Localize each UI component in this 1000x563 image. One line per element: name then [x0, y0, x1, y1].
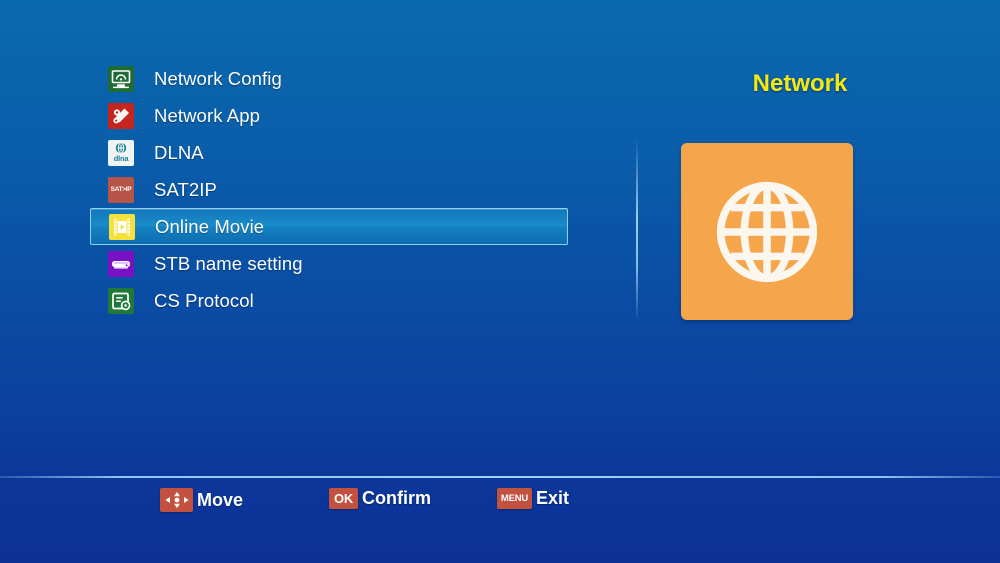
online-movie-icon	[109, 213, 135, 240]
hint-exit: MENU Exit	[497, 488, 569, 509]
menu-item-stb-name-setting[interactable]: STB name setting	[90, 245, 570, 282]
stb-name-icon	[108, 250, 134, 277]
page-title: Network	[752, 70, 848, 97]
menu-key-badge: MENU	[497, 488, 532, 509]
stb-network-menu-screen: Network Config Network App dlna DLNA SAT…	[0, 0, 1000, 563]
vertical-divider	[636, 138, 638, 322]
cs-protocol-icon	[108, 287, 134, 314]
hint-label: Exit	[536, 488, 570, 508]
dlna-icon: dlna	[108, 139, 134, 166]
app-dock	[0, 386, 1000, 466]
sat2ip-icon-text: SAT>IP	[110, 186, 132, 193]
menu-item-label: CS Protocol	[154, 289, 254, 311]
menu-item-label: Network App	[154, 104, 260, 126]
ok-key-badge: OK	[329, 488, 358, 509]
menu-item-label: STB name setting	[154, 252, 303, 274]
menu-item-network-config[interactable]: Network Config	[90, 60, 570, 97]
network-app-icon	[108, 102, 134, 129]
menu-item-label: Online Movie	[155, 215, 265, 237]
horizontal-divider	[0, 476, 1000, 478]
menu-item-dlna[interactable]: dlna DLNA	[90, 134, 570, 171]
network-preview-tile	[681, 143, 853, 320]
dpad-icon	[160, 488, 193, 512]
hint-label: Confirm	[362, 488, 431, 508]
globe-icon	[716, 181, 818, 282]
network-config-icon	[108, 65, 134, 92]
hint-label: Move	[197, 489, 244, 510]
menu-item-cs-protocol[interactable]: CS Protocol	[90, 282, 570, 319]
menu-item-network-app[interactable]: Network App	[90, 97, 570, 134]
sat2ip-icon: SAT>IP	[108, 176, 134, 203]
hint-move: Move	[160, 488, 243, 512]
footer-hint-bar: Move OK Confirm MENU Exit	[0, 488, 1000, 522]
menu-item-label: SAT2IP	[154, 178, 217, 200]
settings-menu-list: Network Config Network App dlna DLNA SAT…	[90, 60, 570, 319]
hint-confirm: OK Confirm	[329, 488, 431, 509]
menu-item-sat2ip[interactable]: SAT>IP SAT2IP	[90, 171, 570, 208]
menu-item-label: DLNA	[154, 141, 204, 163]
dlna-icon-text: dlna	[113, 153, 129, 163]
menu-item-label: Network Config	[154, 67, 282, 89]
menu-item-online-movie[interactable]: Online Movie	[90, 208, 568, 245]
